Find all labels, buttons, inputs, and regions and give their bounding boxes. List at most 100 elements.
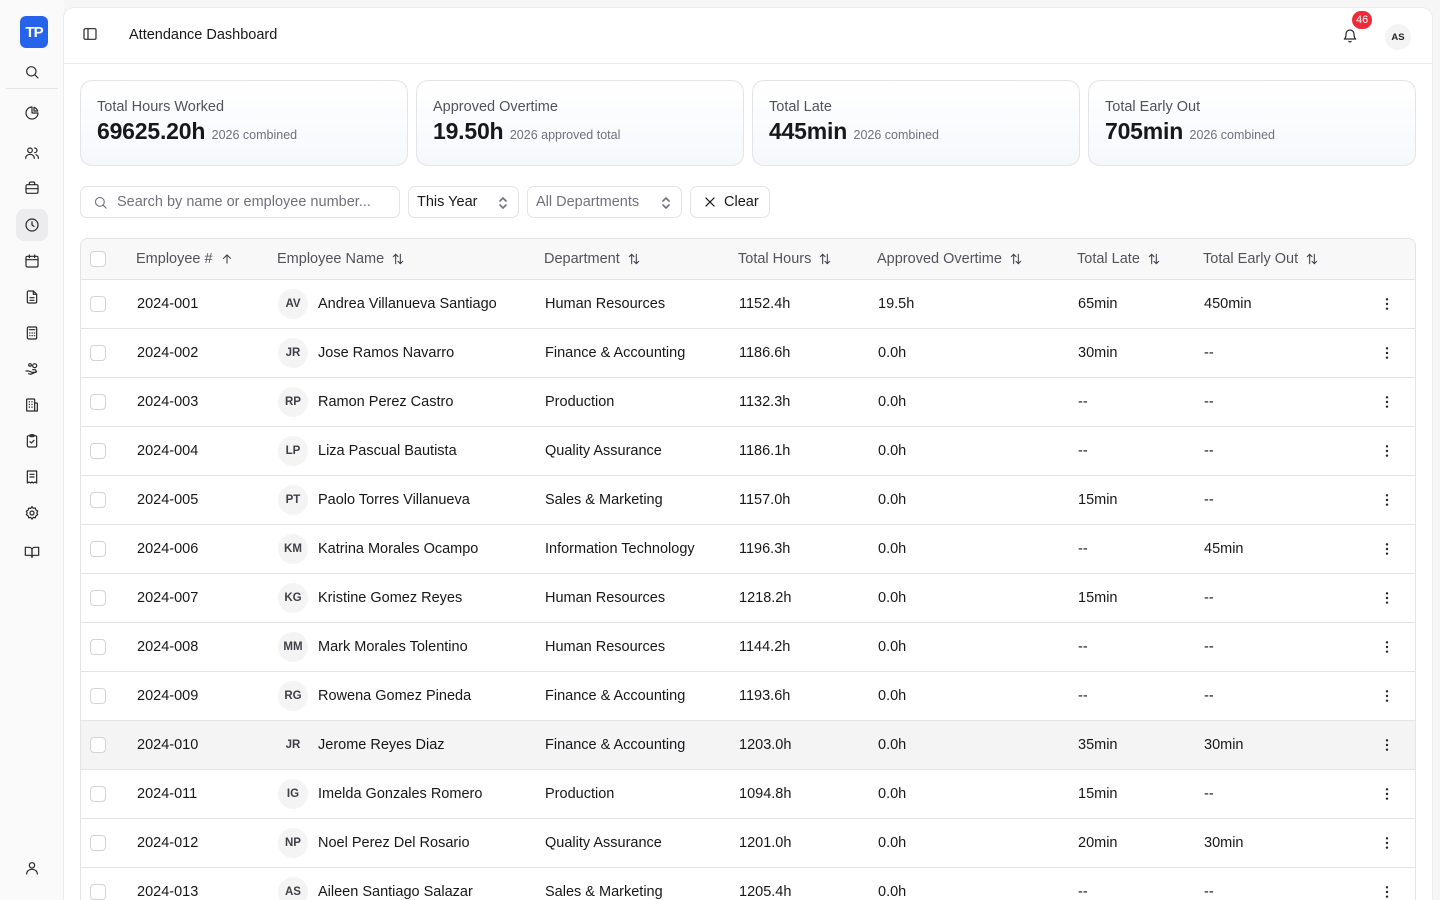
total-late-cell: -- [1078,541,1088,557]
row-actions-button[interactable] [1377,686,1397,706]
row-checkbox[interactable] [90,786,106,802]
employee-number: 2024-005 [137,492,199,508]
receipt-icon[interactable] [16,461,48,493]
column-header-total-hours[interactable]: Total Hours [738,251,832,267]
app-logo[interactable]: TP [20,16,48,48]
row-actions-button[interactable] [1377,637,1397,657]
row-actions-button[interactable] [1377,490,1397,510]
book-open-icon[interactable] [16,536,48,568]
calculator-icon[interactable] [16,317,48,349]
employee-number: 2024-013 [137,884,199,900]
row-checkbox[interactable] [90,296,106,312]
employee-avatar: JR [278,730,308,760]
column-header-department[interactable]: Department [544,251,641,267]
row-actions-button[interactable] [1377,784,1397,804]
clear-filters-button[interactable]: Clear [690,186,770,218]
table-row[interactable]: 2024-007 KG Kristine Gomez Reyes Human R… [81,574,1415,623]
row-actions-button[interactable] [1377,588,1397,608]
table-row[interactable]: 2024-013 AS Aileen Santiago Salazar Sale… [81,868,1415,900]
top-header: Attendance Dashboard 46 AS [64,8,1432,64]
column-header-employee-no[interactable]: Employee # [136,251,234,267]
table-row[interactable]: 2024-003 RP Ramon Perez Castro Productio… [81,378,1415,427]
department-cell: Human Resources [545,590,666,606]
department-cell: Production [545,394,615,410]
table-row[interactable]: 2024-012 NP Noel Perez Del Rosario Quali… [81,819,1415,868]
row-actions-button[interactable] [1377,343,1397,363]
calendar-icon[interactable] [16,245,48,277]
approved-overtime-cell: 0.0h [878,492,907,508]
more-vertical-icon [1385,739,1389,751]
row-checkbox[interactable] [90,590,106,606]
table-row[interactable]: 2024-006 KM Katrina Morales Ocampo Infor… [81,525,1415,574]
department-cell: Quality Assurance [545,835,662,851]
employee-number: 2024-002 [137,345,199,361]
total-hours-cell: 1186.1h [739,443,791,459]
row-actions-button[interactable] [1377,882,1397,900]
table-row[interactable]: 2024-002 JR Jose Ramos Navarro Finance &… [81,329,1415,378]
row-checkbox[interactable] [90,737,106,753]
clipboard-check-icon[interactable] [16,425,48,457]
approved-overtime-cell: 0.0h [878,590,907,606]
employee-name: Paolo Torres Villanueva [318,492,470,508]
hand-coins-icon[interactable] [16,353,48,385]
total-early-out-cell: -- [1204,884,1214,900]
table-row[interactable]: 2024-005 PT Paolo Torres Villanueva Sale… [81,476,1415,525]
row-checkbox[interactable] [90,492,106,508]
sidebar-toggle-button[interactable] [78,22,102,46]
department-cell: Sales & Marketing [545,492,663,508]
user-profile-icon[interactable] [16,852,48,884]
table-row[interactable]: 2024-001 AV Andrea Villanueva Santiago H… [81,280,1415,329]
row-checkbox[interactable] [90,394,106,410]
row-checkbox[interactable] [90,345,106,361]
row-checkbox[interactable] [90,835,106,851]
clock-icon[interactable] [16,209,48,241]
table-row[interactable]: 2024-011 IG Imelda Gonzales Romero Produ… [81,770,1415,819]
column-header-total-early-out[interactable]: Total Early Out [1203,251,1319,267]
column-header-employee-name[interactable]: Employee Name [277,251,405,267]
gear-icon[interactable] [16,497,48,529]
row-actions-button[interactable] [1377,735,1397,755]
row-actions-button[interactable] [1377,441,1397,461]
period-select[interactable]: This Year [408,186,519,218]
column-header-total-late[interactable]: Total Late [1077,251,1161,267]
row-actions-button[interactable] [1377,833,1397,853]
employee-name: Imelda Gonzales Romero [318,786,483,802]
department-select[interactable]: All Departments [527,186,682,218]
row-checkbox[interactable] [90,884,106,900]
employee-number: 2024-012 [137,835,199,851]
search-input[interactable] [117,187,395,217]
stat-card-value: 445min [769,118,848,144]
row-checkbox[interactable] [90,541,106,557]
table-row[interactable]: 2024-010 JR Jerome Reyes Diaz Finance & … [81,721,1415,770]
department-cell: Finance & Accounting [545,345,686,361]
column-header-approved-overtime[interactable]: Approved Overtime [877,251,1023,267]
row-checkbox[interactable] [90,639,106,655]
search-icon[interactable] [16,56,48,88]
row-actions-button[interactable] [1377,294,1397,314]
total-late-cell: 35min [1078,737,1118,753]
row-actions-button[interactable] [1377,392,1397,412]
table-row[interactable]: 2024-004 LP Liza Pascual Bautista Qualit… [81,427,1415,476]
user-avatar[interactable]: AS [1385,24,1411,50]
document-icon[interactable] [16,281,48,313]
stat-card-sub: 2026 approved total [509,128,621,142]
building-icon[interactable] [16,389,48,421]
row-checkbox[interactable] [90,443,106,459]
total-hours-cell: 1132.3h [739,394,791,410]
briefcase-icon[interactable] [16,172,48,204]
employee-number: 2024-011 [137,786,198,802]
pie-chart-icon[interactable] [16,97,48,129]
total-hours-cell: 1196.3h [739,541,791,557]
users-icon[interactable] [16,137,48,169]
stat-card-sub: 2026 combined [211,128,298,142]
row-checkbox[interactable] [90,688,106,704]
more-vertical-icon [1385,298,1389,310]
table-row[interactable]: 2024-009 RG Rowena Gomez Pineda Finance … [81,672,1415,721]
stat-card-sub: 2026 combined [1189,128,1276,142]
select-all-checkbox[interactable] [90,251,106,267]
stat-card-value: 69625.20h [97,118,206,144]
stat-card-total-hours: Total Hours Worked 69625.20h 2026 combin… [80,80,408,166]
row-actions-button[interactable] [1377,539,1397,559]
table-row[interactable]: 2024-008 MM Mark Morales Tolentino Human… [81,623,1415,672]
stat-card-total-early-out: Total Early Out 705min 2026 combined [1088,80,1416,166]
